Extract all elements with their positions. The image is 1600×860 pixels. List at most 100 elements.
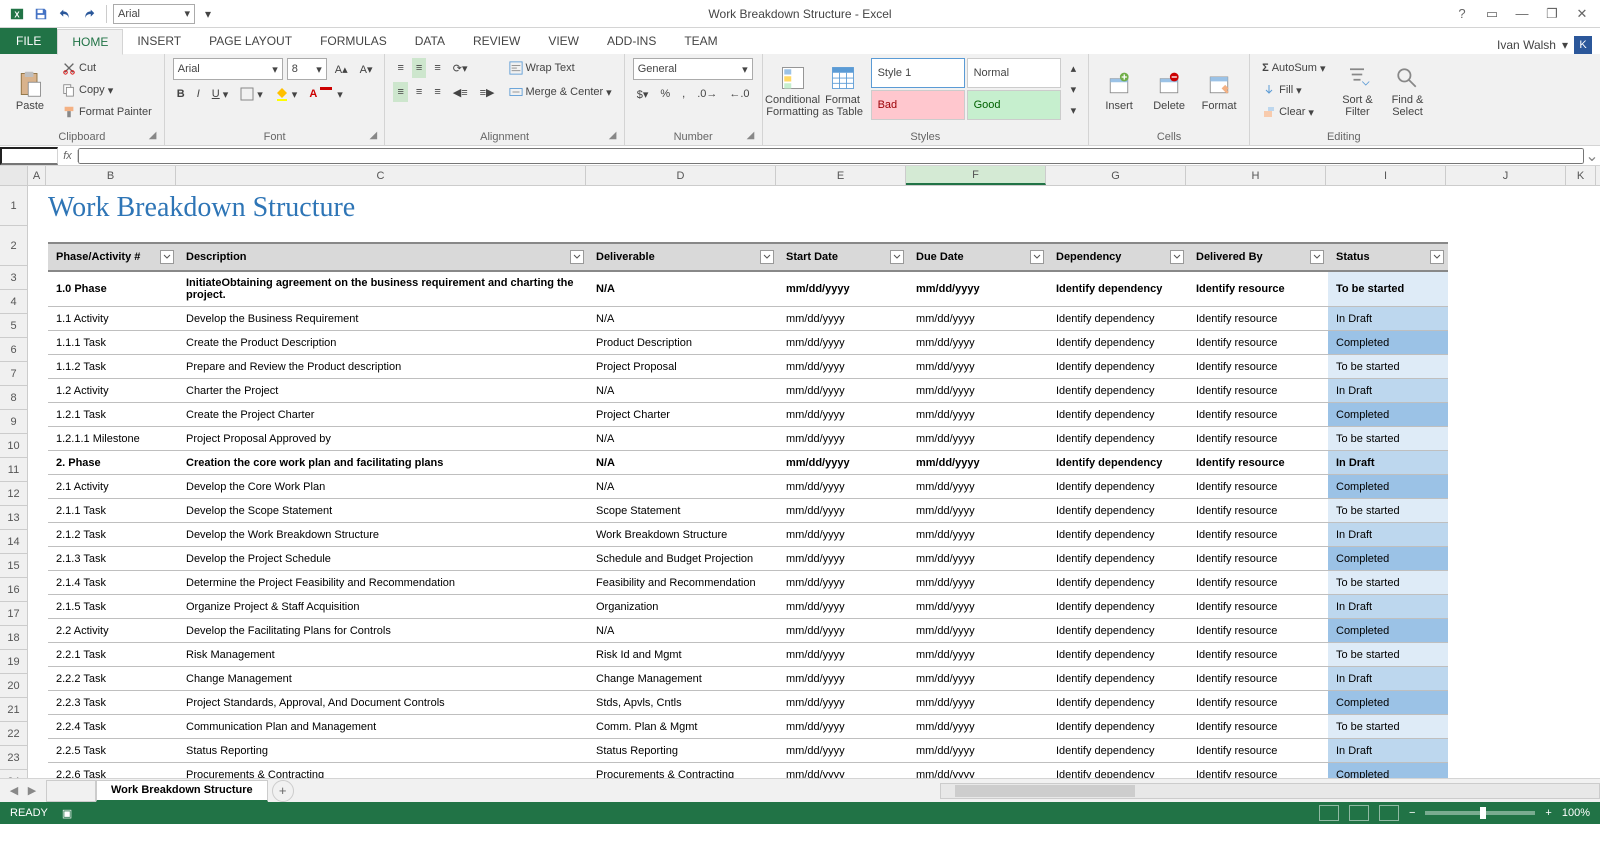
table-cell[interactable]: To be started bbox=[1328, 499, 1448, 523]
table-cell[interactable]: Identify resource bbox=[1188, 691, 1328, 715]
help-icon[interactable]: ? bbox=[1450, 4, 1474, 24]
table-cell[interactable]: Identify resource bbox=[1188, 355, 1328, 379]
table-cell[interactable]: Identify dependency bbox=[1048, 307, 1188, 331]
table-cell[interactable]: Completed bbox=[1328, 475, 1448, 499]
table-cell[interactable]: 1.0 Phase bbox=[48, 271, 178, 307]
bold-button[interactable]: B bbox=[173, 84, 189, 104]
table-cell[interactable]: Identify dependency bbox=[1048, 619, 1188, 643]
qat-dropdown-icon[interactable]: ▾ bbox=[197, 3, 219, 25]
row-header-21[interactable]: 21 bbox=[0, 698, 27, 722]
table-cell[interactable]: 2.2 Activity bbox=[48, 619, 178, 643]
table-cell[interactable]: mm/dd/yyyy bbox=[778, 523, 908, 547]
increase-decimal-icon[interactable]: .0→ bbox=[693, 84, 721, 104]
table-cell[interactable]: 2.1.2 Task bbox=[48, 523, 178, 547]
alignment-launcher-icon[interactable]: ◢ bbox=[609, 130, 621, 142]
filter-button[interactable] bbox=[890, 250, 904, 264]
decrease-indent-icon[interactable]: ◀≡ bbox=[449, 82, 472, 102]
table-cell[interactable]: Develop the Work Breakdown Structure bbox=[178, 523, 588, 547]
table-cell[interactable]: mm/dd/yyyy bbox=[908, 547, 1048, 571]
table-cell[interactable]: N/A bbox=[588, 307, 778, 331]
table-cell[interactable]: Risk Id and Mgmt bbox=[588, 643, 778, 667]
table-cell[interactable]: To be started bbox=[1328, 355, 1448, 379]
table-cell[interactable]: Identify dependency bbox=[1048, 499, 1188, 523]
table-cell[interactable]: mm/dd/yyyy bbox=[778, 355, 908, 379]
table-cell[interactable]: Identify resource bbox=[1188, 427, 1328, 451]
align-middle-icon[interactable]: ≡ bbox=[412, 58, 426, 78]
table-cell[interactable]: mm/dd/yyyy bbox=[778, 331, 908, 355]
table-cell[interactable]: mm/dd/yyyy bbox=[908, 667, 1048, 691]
table-cell[interactable]: Project Charter bbox=[588, 403, 778, 427]
zoom-out-icon[interactable]: − bbox=[1409, 807, 1415, 819]
table-cell[interactable]: Develop the Scope Statement bbox=[178, 499, 588, 523]
table-cell[interactable]: 1.1.1 Task bbox=[48, 331, 178, 355]
ribbon-tab-formulas[interactable]: FORMULAS bbox=[306, 28, 401, 54]
restore-icon[interactable]: ❐ bbox=[1540, 4, 1564, 24]
copy-button[interactable]: Copy▾ bbox=[58, 80, 156, 100]
table-cell[interactable]: mm/dd/yyyy bbox=[778, 403, 908, 427]
ribbon-tab-data[interactable]: DATA bbox=[401, 28, 459, 54]
table-cell[interactable]: 2.2.2 Task bbox=[48, 667, 178, 691]
table-cell[interactable]: Identify resource bbox=[1188, 271, 1328, 307]
table-cell[interactable]: Identify resource bbox=[1188, 403, 1328, 427]
table-cell[interactable]: mm/dd/yyyy bbox=[908, 379, 1048, 403]
table-cell[interactable]: Identify dependency bbox=[1048, 571, 1188, 595]
table-cell[interactable]: N/A bbox=[588, 619, 778, 643]
orientation-icon[interactable]: ⟳▾ bbox=[449, 58, 472, 78]
table-cell[interactable]: Identify dependency bbox=[1048, 403, 1188, 427]
filter-button[interactable] bbox=[570, 250, 584, 264]
table-cell[interactable]: Develop the Core Work Plan bbox=[178, 475, 588, 499]
table-cell[interactable]: Feasibility and Recommendation bbox=[588, 571, 778, 595]
filter-button[interactable] bbox=[1030, 250, 1044, 264]
comma-format-icon[interactable]: , bbox=[678, 84, 689, 104]
table-cell[interactable]: Identify dependency bbox=[1048, 523, 1188, 547]
table-cell[interactable]: mm/dd/yyyy bbox=[908, 307, 1048, 331]
filter-button[interactable] bbox=[760, 250, 774, 264]
column-header-F[interactable]: F bbox=[906, 166, 1046, 185]
table-cell[interactable]: Completed bbox=[1328, 763, 1448, 779]
table-cell[interactable]: To be started bbox=[1328, 715, 1448, 739]
table-cell[interactable]: To be started bbox=[1328, 271, 1448, 307]
find-select-button[interactable]: Find & Select bbox=[1385, 58, 1429, 124]
autosum-button[interactable]: ΣAutoSum▾ bbox=[1258, 58, 1329, 78]
filter-button[interactable] bbox=[160, 250, 174, 264]
table-cell[interactable]: Identify dependency bbox=[1048, 475, 1188, 499]
table-cell[interactable]: Identify dependency bbox=[1048, 271, 1188, 307]
column-header-C[interactable]: C bbox=[176, 166, 586, 185]
row-header-17[interactable]: 17 bbox=[0, 602, 27, 626]
row-header-4[interactable]: 4 bbox=[0, 290, 27, 314]
qat-font-combo[interactable]: Arial▾ bbox=[113, 4, 195, 24]
table-cell[interactable]: 2.1 Activity bbox=[48, 475, 178, 499]
table-cell[interactable]: Identify dependency bbox=[1048, 643, 1188, 667]
table-cell[interactable]: Status Reporting bbox=[588, 739, 778, 763]
table-cell[interactable]: Identify dependency bbox=[1048, 763, 1188, 779]
row-header-10[interactable]: 10 bbox=[0, 434, 27, 458]
row-header-19[interactable]: 19 bbox=[0, 650, 27, 674]
table-cell[interactable]: Identify resource bbox=[1188, 643, 1328, 667]
table-cell[interactable]: mm/dd/yyyy bbox=[908, 451, 1048, 475]
table-cell[interactable]: mm/dd/yyyy bbox=[778, 547, 908, 571]
table-cell[interactable]: Work Breakdown Structure bbox=[588, 523, 778, 547]
table-cell[interactable]: N/A bbox=[588, 379, 778, 403]
table-cell[interactable]: mm/dd/yyyy bbox=[908, 595, 1048, 619]
table-cell[interactable]: Completed bbox=[1328, 691, 1448, 715]
align-top-icon[interactable]: ≡ bbox=[393, 58, 407, 78]
align-center-icon[interactable]: ≡ bbox=[412, 82, 426, 102]
row-header-6[interactable]: 6 bbox=[0, 338, 27, 362]
sheet-tab-blank[interactable] bbox=[46, 780, 96, 802]
macro-record-icon[interactable]: ▣ bbox=[62, 807, 72, 820]
table-cell[interactable]: Project Standards, Approval, And Documen… bbox=[178, 691, 588, 715]
table-cell[interactable]: mm/dd/yyyy bbox=[778, 691, 908, 715]
table-cell[interactable]: 1.2.1 Task bbox=[48, 403, 178, 427]
row-header-9[interactable]: 9 bbox=[0, 410, 27, 434]
align-bottom-icon[interactable]: ≡ bbox=[430, 58, 444, 78]
column-header-I[interactable]: I bbox=[1326, 166, 1446, 185]
row-header-14[interactable]: 14 bbox=[0, 530, 27, 554]
ribbon-tab-view[interactable]: VIEW bbox=[534, 28, 593, 54]
table-cell[interactable]: Product Description bbox=[588, 331, 778, 355]
table-cell[interactable]: Completed bbox=[1328, 547, 1448, 571]
insert-cells-button[interactable]: Insert bbox=[1097, 58, 1141, 124]
table-cell[interactable]: Identify dependency bbox=[1048, 691, 1188, 715]
table-cell[interactable]: mm/dd/yyyy bbox=[908, 763, 1048, 779]
table-cell[interactable]: mm/dd/yyyy bbox=[778, 427, 908, 451]
decrease-font-icon[interactable]: A▾ bbox=[356, 59, 377, 79]
